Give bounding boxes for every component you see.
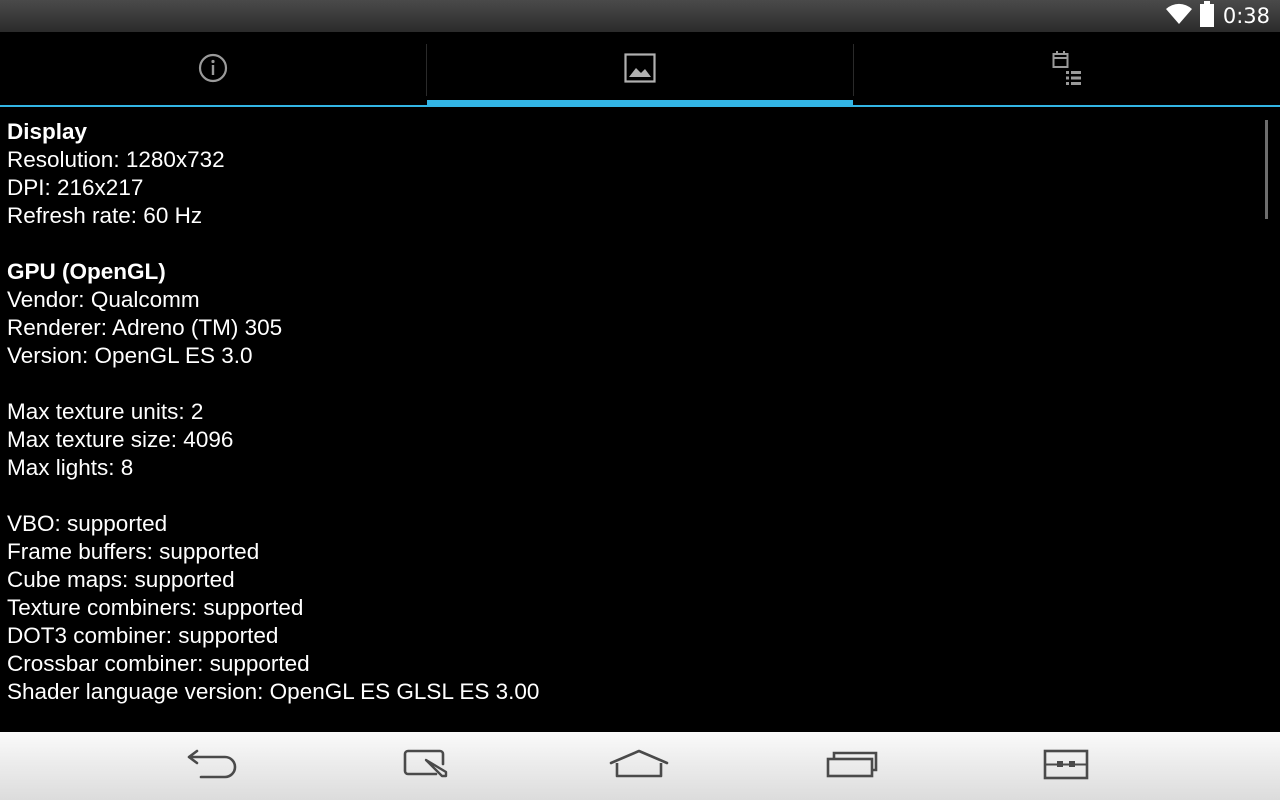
max-lights-text: Max lights: 8 [7,455,134,480]
back-icon [185,748,241,784]
frame-buffers-text: Frame buffers: supported [7,539,260,564]
battery-icon [1199,1,1215,31]
dual-window-button[interactable] [1016,732,1116,800]
dot3-combiner-text: DOT3 combiner: supported [7,623,279,648]
renderer-text: Renderer: Adreno (TM) 305 [7,315,283,340]
status-icons: 0:38 [1165,0,1270,32]
recent-apps-button[interactable] [803,732,903,800]
refresh-rate-text: Refresh rate: 60 Hz [7,203,203,228]
quick-memo-icon [402,748,450,784]
texture-combiners-text: Texture combiners: supported [7,595,304,620]
gpu-heading: GPU (OpenGL) [7,259,166,284]
vendor-text: Vendor: Qualcomm [7,287,200,312]
display-heading: Display [7,119,88,144]
tab-info[interactable] [0,32,426,108]
info-icon [198,53,228,87]
image-icon [624,53,656,87]
back-button[interactable] [163,732,263,800]
status-time: 0:38 [1222,4,1270,28]
max-texture-units-text: Max texture units: 2 [7,399,204,424]
recent-apps-icon [825,748,881,784]
vbo-text: VBO: supported [7,511,168,536]
max-texture-size-text: Max texture size: 4096 [7,427,234,452]
crossbar-combiner-text: Crossbar combiner: supported [7,651,310,676]
quick-memo-button[interactable] [376,732,476,800]
status-bar: 0:38 [0,0,1280,32]
dpi-text: DPI: 216x217 [7,175,144,200]
tab-display[interactable] [427,32,853,108]
dual-window-icon [1042,748,1090,784]
shader-language-text: Shader language version: OpenGL ES GLSL … [7,679,540,704]
display-info-content: Display Resolution: 1280x732 DPI: 216x21… [7,118,1247,706]
home-button[interactable] [589,732,689,800]
resolution-text: Resolution: 1280x732 [7,147,225,172]
calendar-list-icon [1052,50,1082,90]
tab-selected-indicator [427,100,853,107]
wifi-icon [1165,2,1193,30]
home-icon [609,748,669,784]
cube-maps-text: Cube maps: supported [7,567,235,592]
tab-bar [0,32,1280,108]
tab-features[interactable] [854,32,1280,108]
navigation-bar [0,732,1280,800]
version-text: Version: OpenGL ES 3.0 [7,343,253,368]
scrollbar[interactable] [1265,120,1268,219]
